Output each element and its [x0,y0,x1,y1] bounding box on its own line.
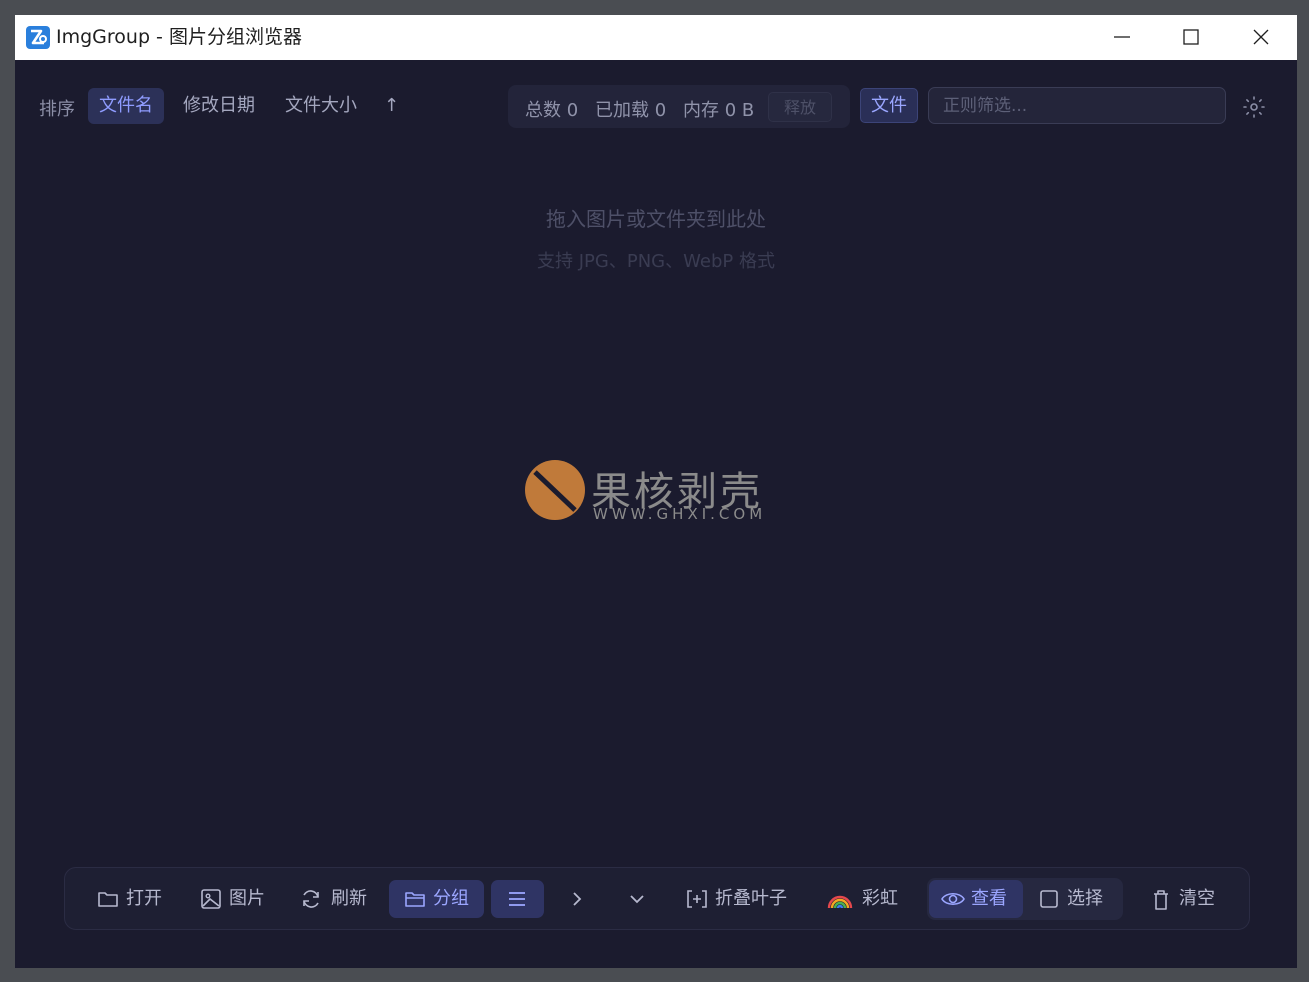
stats-panel: 总数 0 已加载 0 内存 0 B 释放 [508,85,850,128]
app-logo-icon [26,26,50,49]
total-count: 总数 0 [525,100,579,121]
chevron-right-icon [573,892,582,906]
regex-filter-input[interactable] [928,87,1226,124]
minimize-icon [1114,36,1130,38]
sort-direction-toggle[interactable]: ↑ [384,95,399,116]
memory-usage: 内存 0 B [683,100,755,121]
rainbow-icon [827,895,853,909]
eye-icon [941,892,965,906]
bottom-toolbar: 打开 图片 刷新 分组 折叠叶子 彩虹 查看 选择 清空 [64,867,1250,930]
rainbow-label: 彩虹 [862,888,898,909]
open-folder-button[interactable]: 打开 [91,880,163,918]
loaded-count: 已加载 0 [595,100,667,121]
window-title: ImgGroup - 图片分组浏览器 [56,26,302,48]
refresh-label: 刷新 [331,888,367,909]
checkbox-icon [1040,890,1058,908]
folder-icon [405,892,425,907]
close-icon [1253,29,1269,45]
close-button[interactable] [1238,15,1284,60]
menu-icon [509,892,525,906]
expand-next-button[interactable] [561,880,593,918]
expand-all-button[interactable] [621,880,653,918]
list-view-button[interactable] [491,880,544,918]
refresh-button[interactable]: 刷新 [295,880,371,918]
sort-by-modified-date[interactable]: 修改日期 [172,88,266,124]
collapse-bracket-icon [687,890,707,908]
group-button[interactable]: 分组 [389,880,484,918]
mode-toggle-group: 查看 选择 [927,878,1123,920]
sort-label: 排序 [39,99,75,120]
fold-leaves-label: 折叠叶子 [715,888,787,909]
minimize-button[interactable] [1099,15,1145,60]
refresh-icon [303,890,319,908]
top-toolbar: 排序 文件名 修改日期 文件大小 ↑ 总数 0 已加载 0 内存 0 B 释放 … [15,60,1297,150]
watermark-logo-icon [525,460,585,520]
maximize-button[interactable] [1168,15,1214,60]
open-image-button[interactable]: 图片 [195,880,267,918]
clear-label: 清空 [1179,888,1215,909]
empty-state-title: 拖入图片或文件夹到此处 [546,207,766,231]
sort-by-filename[interactable]: 文件名 [88,88,164,124]
clear-button[interactable]: 清空 [1145,880,1221,918]
empty-state-subtitle: 支持 JPG、PNG、WebP 格式 [537,251,775,272]
watermark-url: WWW.GHXI.COM [593,505,767,523]
trash-icon [1154,890,1168,910]
image-label: 图片 [229,888,265,909]
settings-icon[interactable] [1242,95,1266,119]
release-memory-button[interactable]: 释放 [768,92,832,122]
select-label: 选择 [1067,888,1103,909]
group-label: 分组 [433,888,469,909]
maximize-icon [1183,29,1199,45]
fold-leaves-button[interactable]: 折叠叶子 [679,880,793,918]
app-window: ImgGroup - 图片分组浏览器 排序 文件名 修改日期 文件大小 ↑ 总数… [15,15,1297,968]
folder-icon [98,892,118,907]
rainbow-button[interactable]: 彩虹 [821,880,905,918]
title-bar: ImgGroup - 图片分组浏览器 [15,15,1297,60]
filter-mode-file-button[interactable]: 文件 [860,88,918,123]
select-mode-button[interactable]: 选择 [1031,880,1119,918]
chevron-down-icon [630,895,644,904]
open-label: 打开 [126,888,162,909]
view-mode-button[interactable]: 查看 [929,880,1023,918]
image-icon [201,889,221,909]
view-label: 查看 [971,888,1007,909]
sort-by-file-size[interactable]: 文件大小 [274,88,368,124]
